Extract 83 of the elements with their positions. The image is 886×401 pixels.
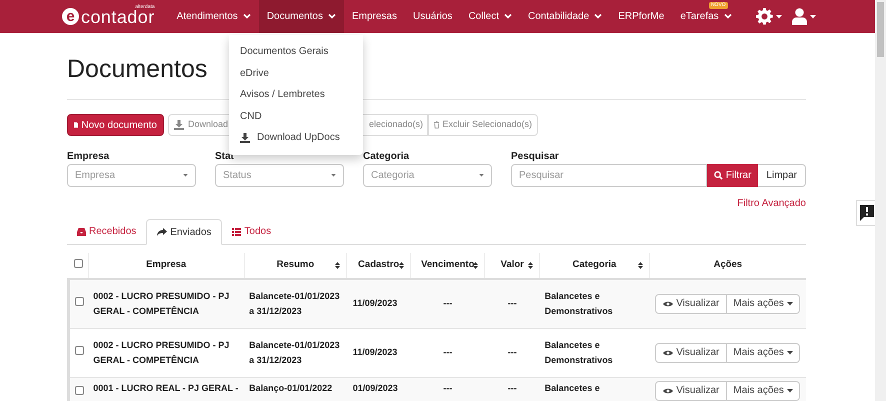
dropdown-item[interactable]: eDrive <box>229 62 363 84</box>
column-header[interactable]: Cadastro <box>358 259 400 270</box>
table-cell: --- <box>443 382 452 392</box>
table-cell: --- <box>508 382 517 392</box>
user-menu[interactable] <box>792 8 816 25</box>
search-field[interactable]: Pesquisar <box>511 164 707 187</box>
table-cell: 0001 - LUCRO REAL - PJ GERAL - <box>93 382 238 392</box>
download-icon <box>240 132 250 143</box>
table-cell: --- <box>508 298 517 308</box>
nav-item[interactable]: Atendimentos <box>168 10 259 24</box>
download-icon <box>174 120 184 130</box>
table-cell: Balancetes e Demonstrativos <box>544 340 613 364</box>
eye-icon <box>663 350 674 356</box>
view-button[interactable]: Visualizar <box>655 380 728 400</box>
column-header[interactable]: Vencimento <box>421 259 474 270</box>
column-header[interactable]: Resumo <box>276 259 314 270</box>
filter-label: Empresa <box>67 150 110 164</box>
feedback-icon <box>860 205 874 221</box>
filter-label: Categoria <box>363 150 410 164</box>
settings-icon <box>756 8 773 25</box>
user-icon <box>792 8 807 25</box>
trash-icon <box>434 120 440 130</box>
nav-item[interactable]: Collect <box>460 10 520 24</box>
nav-item[interactable]: eTarefas <box>672 10 740 24</box>
table-cell: 01/09/2023 <box>352 382 398 392</box>
caret-icon <box>776 14 782 18</box>
table-cell: Balancete-01/01/2023 a 31/12/2023 <box>249 340 340 364</box>
table-cell: Balanço-01/01/2022 <box>249 382 332 392</box>
more-actions-button[interactable]: Mais ações <box>727 380 800 400</box>
filter-label: Pesquisar <box>511 150 559 164</box>
tab[interactable]: Todos <box>222 219 282 244</box>
dropdown-item[interactable]: Avisos / Lembretes <box>229 84 363 106</box>
table-cell: --- <box>443 298 452 308</box>
checkbox[interactable] <box>74 258 83 268</box>
settings-menu[interactable] <box>756 8 782 25</box>
column-header[interactable]: Valor <box>500 259 524 270</box>
table-cell: Balancetes e <box>544 382 600 392</box>
clear-button[interactable]: Limpar <box>758 164 806 187</box>
table-cell: 11/09/2023 <box>352 298 398 308</box>
list-icon <box>232 228 242 236</box>
eye-icon <box>663 388 674 394</box>
table-cell: 0002 - LUCRO PRESUMIDO - PJ GERAL - COMPETÊNCIA <box>93 290 230 316</box>
column-header[interactable]: Categoria <box>572 259 616 270</box>
advanced-filter-link[interactable]: Filtro Avançado <box>737 196 806 211</box>
toolbar-button[interactable]: Novo documento <box>67 114 164 136</box>
caret-icon <box>786 302 793 306</box>
nav-item[interactable]: ERPforMe <box>610 10 672 24</box>
caret-icon <box>786 388 793 392</box>
nav-item[interactable]: Contabilidade <box>520 10 610 24</box>
caret-icon <box>810 14 816 18</box>
caret-icon <box>786 350 793 354</box>
table-cell: 0002 - LUCRO PRESUMIDO - PJ GERAL - COMPETÊNCIA <box>93 340 230 364</box>
nav-item[interactable]: Empresas <box>344 10 405 24</box>
tab[interactable]: Enviados <box>146 219 222 245</box>
view-button[interactable]: Visualizar <box>655 342 728 362</box>
table-cell: 11/09/2023 <box>352 347 398 357</box>
caret-icon <box>479 174 484 177</box>
search-icon <box>714 171 723 180</box>
eye-icon <box>663 300 674 307</box>
more-actions-button[interactable]: Mais ações <box>727 294 800 314</box>
caret-icon <box>183 174 188 177</box>
view-button[interactable]: Visualizar <box>655 294 728 314</box>
nav-item[interactable]: Documentos <box>258 0 344 33</box>
checkbox[interactable] <box>74 386 84 394</box>
table-cell: --- <box>443 347 452 357</box>
checkbox[interactable] <box>74 297 84 306</box>
table-cell: Balancetes e Demonstrativos <box>544 290 613 316</box>
column-header: Ações <box>714 259 742 270</box>
table-cell: --- <box>508 347 517 357</box>
dropdown-item[interactable]: Documentos Gerais <box>229 41 363 62</box>
tab[interactable]: Recebidos <box>67 219 146 244</box>
file-icon <box>74 120 78 130</box>
inbox-icon <box>77 228 86 236</box>
checkbox[interactable] <box>74 346 84 355</box>
share-arrow-icon <box>157 228 168 236</box>
toolbar-button[interactable]: Excluir Selecionado(s) <box>428 114 538 136</box>
column-header: Empresa <box>146 259 186 270</box>
page-title: Documentos <box>67 57 208 82</box>
nav-item[interactable]: Usuários <box>404 10 460 24</box>
caret-icon <box>331 174 336 177</box>
table-cell: Balancete-01/01/2023 a 31/12/2023 <box>249 290 340 316</box>
more-actions-button[interactable]: Mais ações <box>727 342 800 362</box>
filter-button[interactable]: Filtrar <box>706 164 758 187</box>
